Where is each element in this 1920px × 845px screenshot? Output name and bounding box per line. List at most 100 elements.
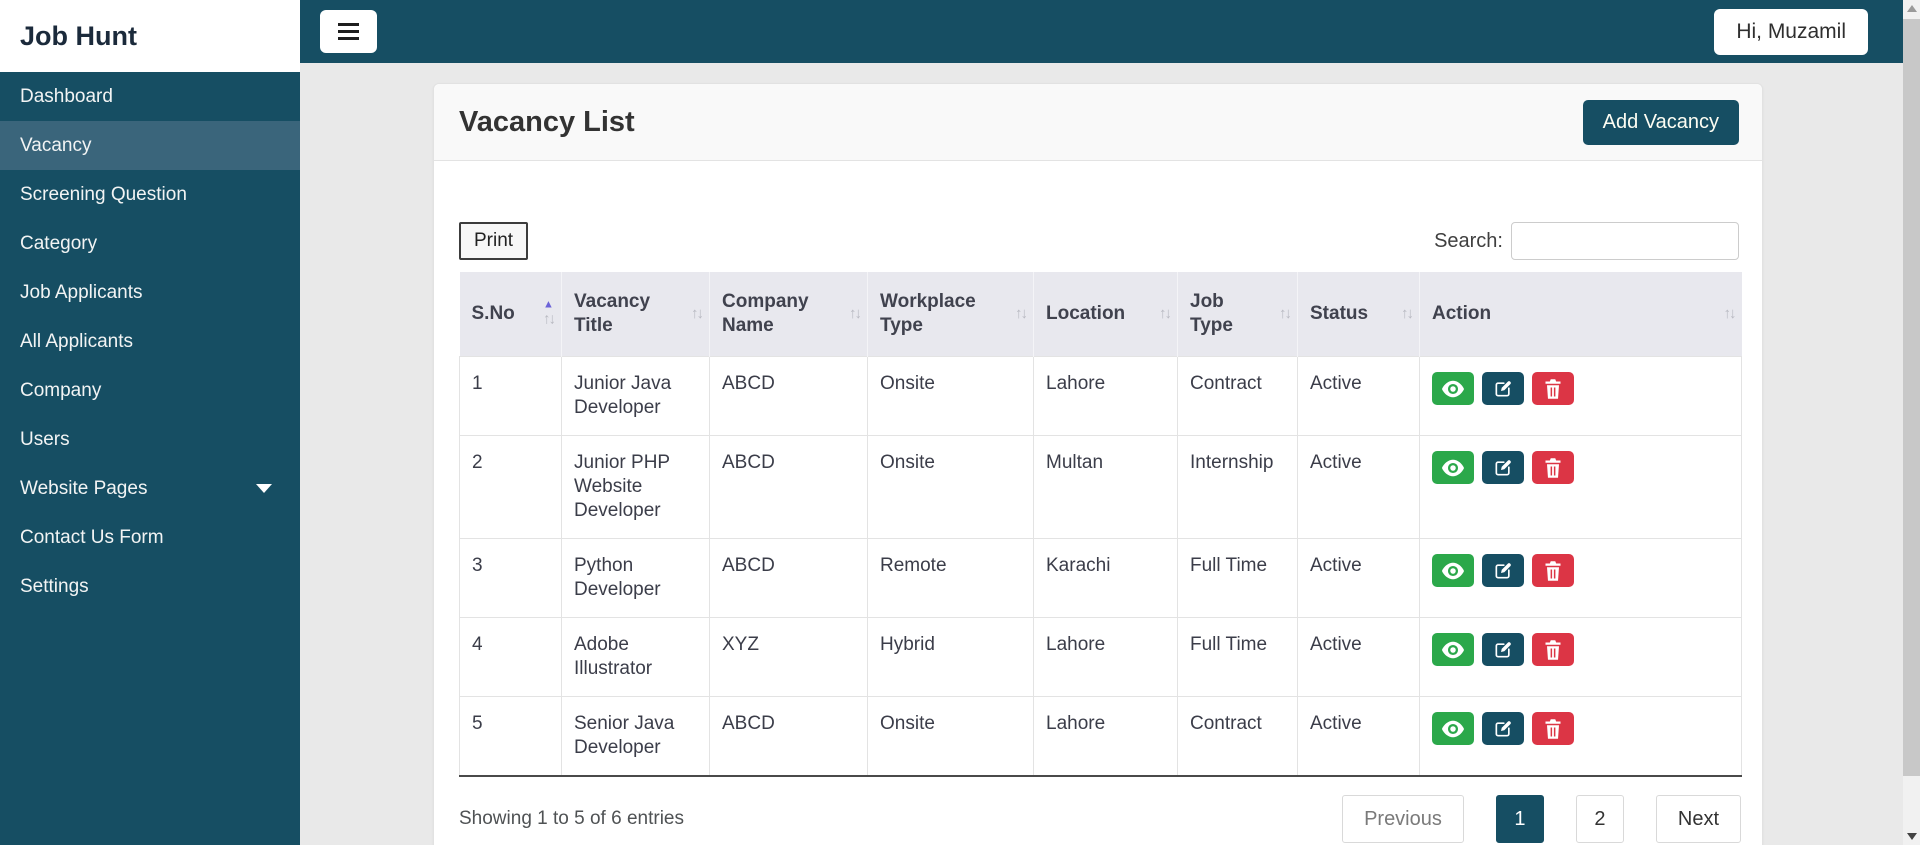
cell-company: ABCD <box>709 435 868 539</box>
scroll-up-arrow-icon[interactable] <box>1903 0 1920 17</box>
cell-vacancy-title: Adobe Illustrator <box>561 617 710 697</box>
cell-actions <box>1419 696 1742 777</box>
search-wrap: Search: <box>1434 222 1739 260</box>
page-title: Vacancy List <box>459 105 635 138</box>
cell-actions <box>1419 435 1742 539</box>
cell-status: Active <box>1297 356 1420 436</box>
eye-icon <box>1442 641 1464 658</box>
card-body: Print Search: S.No ▲ ↑↓ Vacancy Title ↑↓… <box>434 161 1762 845</box>
sidebar: Job Hunt Dashboard Vacancy Screening Que… <box>0 0 300 845</box>
sort-arrows-icon: ▲↑↓ <box>1159 305 1172 322</box>
edit-square-icon <box>1495 562 1511 578</box>
cell-status: Active <box>1297 696 1420 777</box>
edit-square-icon <box>1495 641 1511 657</box>
edit-button[interactable] <box>1482 712 1524 745</box>
search-label: Search: <box>1434 229 1503 252</box>
sidebar-item-settings[interactable]: Settings <box>0 562 300 611</box>
column-header-vacancy-title[interactable]: Vacancy Title ▲↑↓ <box>561 272 710 357</box>
edit-button[interactable] <box>1482 451 1524 484</box>
delete-button[interactable] <box>1532 372 1574 405</box>
add-vacancy-button[interactable]: Add Vacancy <box>1582 99 1739 145</box>
table-body: 1 Junior Java Developer ABCD Onsite Laho… <box>459 356 1742 777</box>
table-toolbar: Print Search: <box>459 222 1739 260</box>
column-header-location[interactable]: Location ▲↑↓ <box>1033 272 1178 357</box>
view-button[interactable] <box>1432 372 1474 405</box>
topbar: Hi, Muzamil <box>300 0 1903 63</box>
table-row: 3 Python Developer ABCD Remote Karachi F… <box>459 538 1742 618</box>
scroll-down-arrow-icon[interactable] <box>1903 828 1920 845</box>
edit-square-icon <box>1495 720 1511 736</box>
edit-button[interactable] <box>1482 633 1524 666</box>
cell-vacancy-title: Junior PHP Website Developer <box>561 435 710 539</box>
delete-button[interactable] <box>1532 633 1574 666</box>
vertical-scrollbar[interactable] <box>1903 0 1920 845</box>
table-row: 5 Senior Java Developer ABCD Onsite Laho… <box>459 696 1742 777</box>
eye-icon <box>1442 380 1464 397</box>
view-button[interactable] <box>1432 554 1474 587</box>
sidebar-item-job-applicants[interactable]: Job Applicants <box>0 268 300 317</box>
search-input[interactable] <box>1511 222 1739 260</box>
sidebar-nav: Dashboard Vacancy Screening Question Cat… <box>0 72 300 611</box>
scrollbar-thumb[interactable] <box>1903 19 1920 776</box>
sidebar-item-category[interactable]: Category <box>0 219 300 268</box>
pagination-page-2-button[interactable]: 2 <box>1575 795 1624 843</box>
cell-sno: 2 <box>459 435 562 539</box>
brand-title: Job Hunt <box>0 0 300 72</box>
user-menu-button[interactable]: Hi, Muzamil <box>1714 8 1868 55</box>
column-header-action[interactable]: Action ▲↑↓ <box>1419 272 1742 357</box>
cell-workplace: Hybrid <box>867 617 1034 697</box>
sidebar-item-company[interactable]: Company <box>0 366 300 415</box>
table-header: S.No ▲↑↓ Vacancy Title ▲↑↓ Company Name … <box>459 272 1742 357</box>
sidebar-item-contact-us-form[interactable]: Contact Us Form <box>0 513 300 562</box>
trash-icon <box>1545 560 1561 581</box>
cell-company: ABCD <box>709 538 868 618</box>
cell-sno: 1 <box>459 356 562 436</box>
sidebar-item-website-pages[interactable]: Website Pages <box>0 464 300 513</box>
column-header-job-type[interactable]: Job Type ▲↑↓ <box>1177 272 1298 357</box>
cell-company: ABCD <box>709 696 868 777</box>
edit-button[interactable] <box>1482 372 1524 405</box>
cell-vacancy-title: Python Developer <box>561 538 710 618</box>
cell-job-type: Contract <box>1177 356 1298 436</box>
cell-job-type: Full Time <box>1177 538 1298 618</box>
view-button[interactable] <box>1432 451 1474 484</box>
sidebar-toggle-button[interactable] <box>320 10 377 53</box>
pagination-next-button[interactable]: Next <box>1655 795 1741 843</box>
cell-job-type: Internship <box>1177 435 1298 539</box>
sidebar-item-all-applicants[interactable]: All Applicants <box>0 317 300 366</box>
sort-arrows-icon: ▲↑↓ <box>1279 305 1292 322</box>
edit-square-icon <box>1495 459 1511 475</box>
view-button[interactable] <box>1432 712 1474 745</box>
trash-icon <box>1545 378 1561 399</box>
eye-icon <box>1442 720 1464 737</box>
cell-vacancy-title: Junior Java Developer <box>561 356 710 436</box>
pagination: Previous 1 2 Next <box>1342 795 1741 843</box>
pagination-previous-button[interactable]: Previous <box>1342 795 1464 843</box>
edit-square-icon <box>1495 380 1511 396</box>
sidebar-item-users[interactable]: Users <box>0 415 300 464</box>
sidebar-item-screening-question[interactable]: Screening Question <box>0 170 300 219</box>
column-header-workplace-type[interactable]: Workplace Type ▲↑↓ <box>867 272 1034 357</box>
print-button[interactable]: Print <box>459 222 529 260</box>
sort-arrows-icon: ▲↑↓ <box>691 305 704 322</box>
main-content: Vacancy List Add Vacancy Print Search: S… <box>300 63 1903 845</box>
column-header-status[interactable]: Status ▲↑↓ <box>1297 272 1420 357</box>
cell-workplace: Remote <box>867 538 1034 618</box>
delete-button[interactable] <box>1532 451 1574 484</box>
column-header-company-name[interactable]: Company Name ▲↑↓ <box>709 272 868 357</box>
caret-down-icon <box>256 484 272 493</box>
card-header: Vacancy List Add Vacancy <box>434 84 1762 161</box>
sort-arrows-icon: ▲↑↓ <box>1723 305 1737 322</box>
edit-button[interactable] <box>1482 554 1524 587</box>
column-header-sno[interactable]: S.No ▲ ↑↓ <box>459 272 562 357</box>
delete-button[interactable] <box>1532 554 1574 587</box>
sidebar-item-vacancy[interactable]: Vacancy <box>0 121 300 170</box>
cell-job-type: Full Time <box>1177 617 1298 697</box>
sort-arrows-icon: ▲↑↓ <box>849 305 862 322</box>
view-button[interactable] <box>1432 633 1474 666</box>
cell-status: Active <box>1297 617 1420 697</box>
delete-button[interactable] <box>1532 712 1574 745</box>
sidebar-item-dashboard[interactable]: Dashboard <box>0 72 300 121</box>
table-row: 4 Adobe Illustrator XYZ Hybrid Lahore Fu… <box>459 617 1742 697</box>
pagination-page-1-button[interactable]: 1 <box>1495 795 1544 843</box>
